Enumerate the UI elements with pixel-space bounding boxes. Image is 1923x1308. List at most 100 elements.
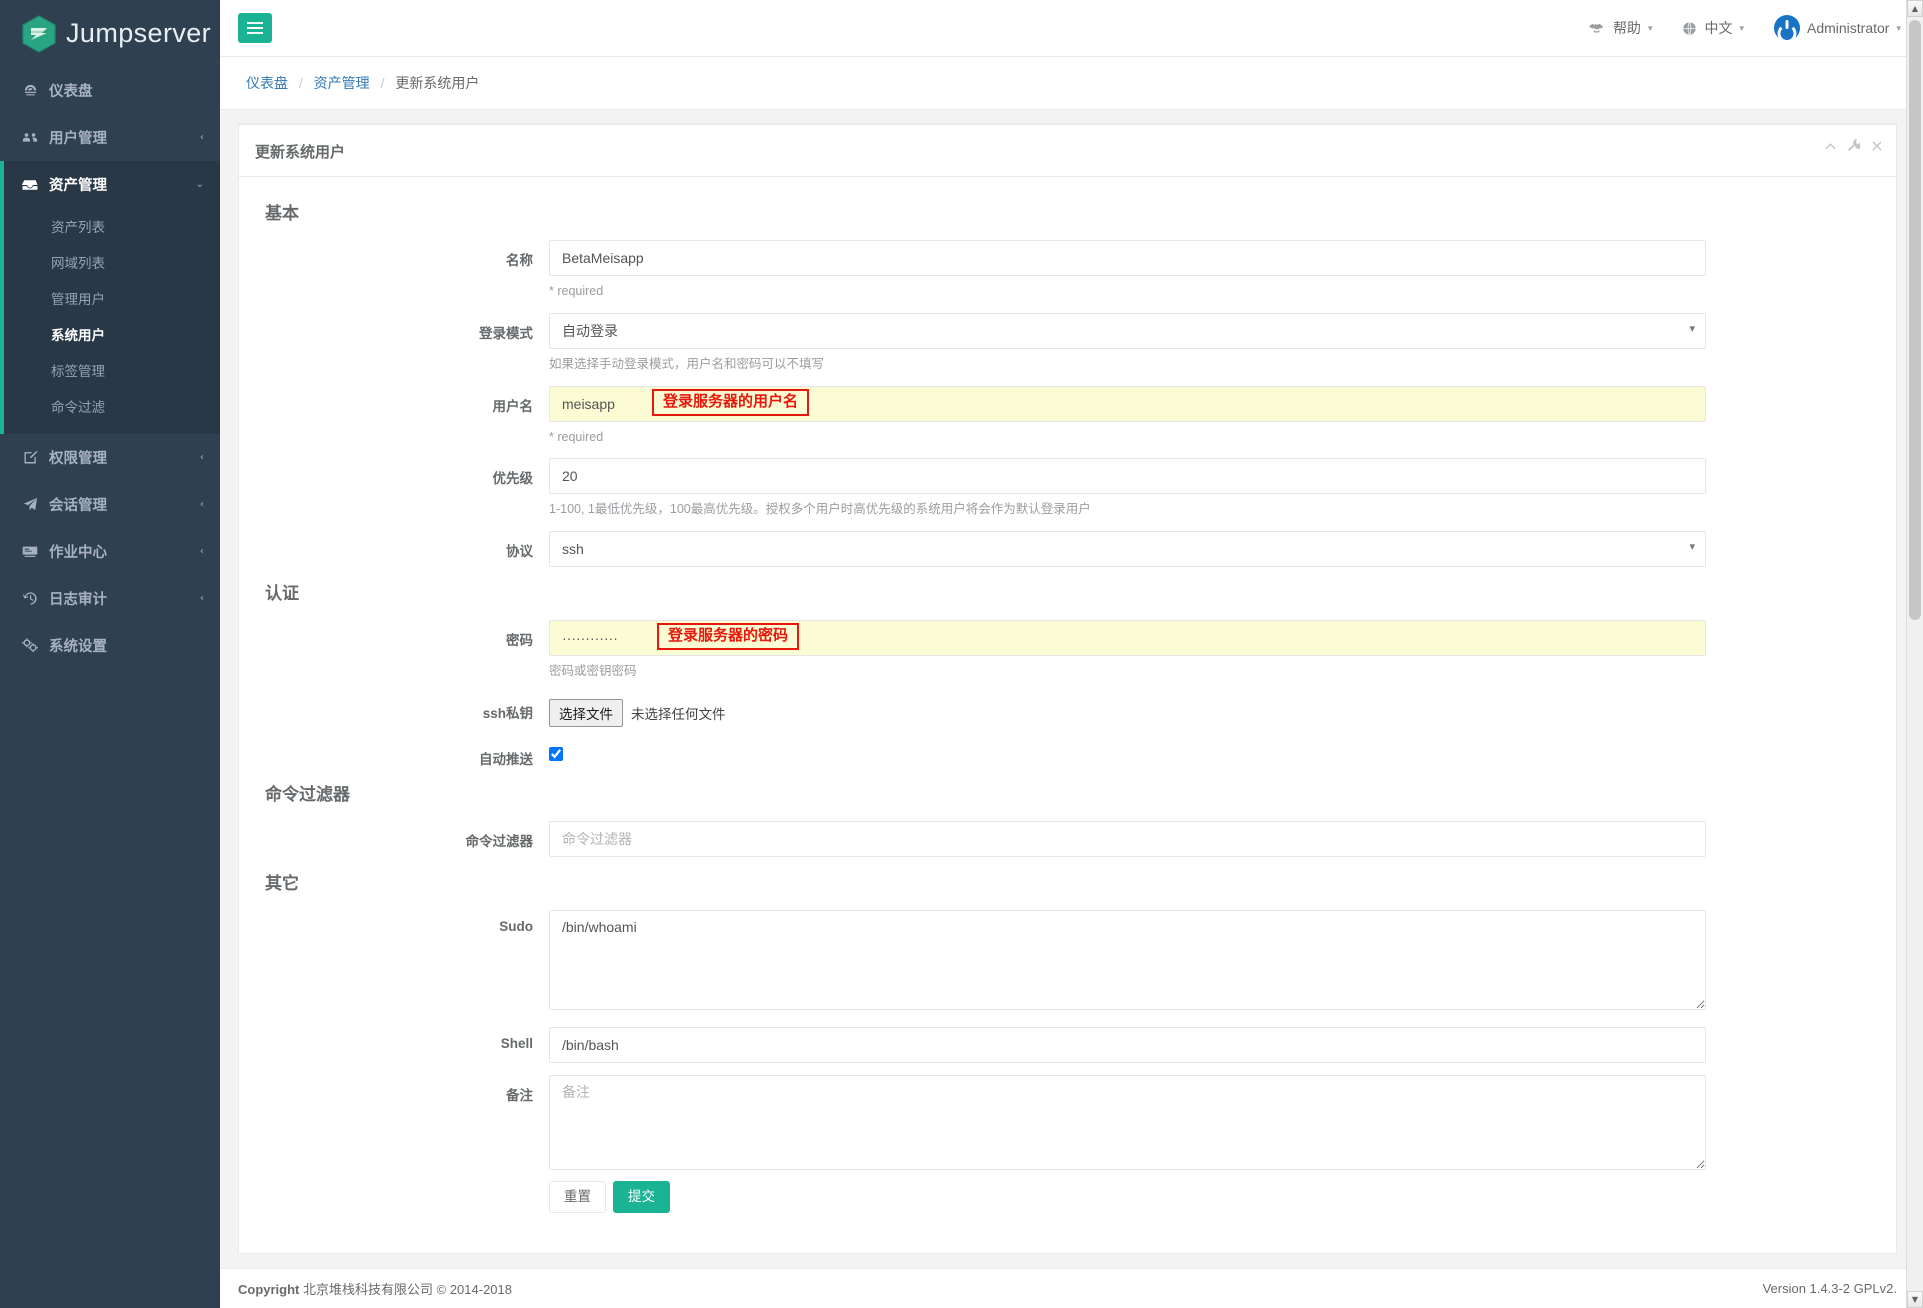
sidebar-item-dashboard[interactable]: 仪表盘 bbox=[0, 67, 220, 114]
chevron-down-icon: ⌄ bbox=[195, 179, 204, 190]
panel-header: 更新系统用户 bbox=[239, 125, 1896, 177]
sidebar-item-asset-management[interactable]: 资产管理 ⌄ 资产列表 网域列表 管理用户 系统用户 标签管理 命令过滤 bbox=[0, 161, 220, 434]
field-row-auto-push: 自动推送 bbox=[239, 739, 1896, 768]
sidebar-subitem-label[interactable]: 系统用户 bbox=[0, 316, 220, 352]
sidebar-item-log-audit[interactable]: 日志审计 ‹ bbox=[0, 575, 220, 622]
sidebar-item-label: 用户管理 bbox=[49, 131, 107, 147]
auto-push-checkbox[interactable] bbox=[549, 746, 563, 761]
field-row-shell: Shell bbox=[239, 1026, 1896, 1063]
collapse-icon[interactable] bbox=[1825, 139, 1836, 154]
username-help: * required bbox=[549, 429, 604, 444]
sidebar-item-job-center[interactable]: 作业中心 ‹ bbox=[0, 528, 220, 575]
dashboard-icon bbox=[20, 83, 40, 98]
user-menu[interactable]: Administrator ▾ bbox=[1774, 15, 1901, 41]
field-row-priority: 优先级 1-100, 1最低优先级，100最高优先级。授权多个用户时高优先级的系… bbox=[239, 458, 1896, 519]
chevron-left-icon: ‹ bbox=[199, 593, 204, 604]
sidebar-item-asset-list[interactable]: 资产列表 bbox=[0, 208, 220, 244]
field-row-login-mode: 登录模式 自动登录 如果选择手动登录模式，用户名和密码可以不填写 bbox=[239, 312, 1896, 374]
terminal-icon bbox=[20, 545, 40, 558]
sidebar-item-user-management[interactable]: 用户管理 ‹ bbox=[0, 114, 220, 161]
sidebar-item-session-management[interactable]: 会话管理 ‹ bbox=[0, 481, 220, 528]
sidebar-subitem-label[interactable]: 命令过滤 bbox=[0, 388, 220, 424]
shell-input[interactable] bbox=[549, 1026, 1706, 1063]
username-input[interactable] bbox=[549, 385, 1706, 422]
field-row-cmd-filter: 命令过滤器 bbox=[239, 820, 1896, 857]
ssh-key-file-status: 未选择任何文件 bbox=[631, 706, 726, 722]
cmd-filter-label: 命令过滤器 bbox=[465, 833, 534, 849]
users-icon bbox=[20, 130, 40, 145]
sudo-label: Sudo bbox=[499, 918, 533, 934]
breadcrumb-item-current: 更新系统用户 bbox=[395, 75, 480, 91]
version-label: Version 1.4.3-2 GPLv2. bbox=[1762, 1281, 1897, 1296]
breadcrumb-separator: / bbox=[298, 75, 303, 91]
handshake-icon bbox=[1588, 22, 1606, 35]
copyright-body: 北京堆栈科技有限公司 © 2014-2018 bbox=[303, 1282, 512, 1297]
scroll-up-arrow-icon[interactable]: ▲ bbox=[1907, 0, 1923, 17]
close-icon[interactable] bbox=[1872, 139, 1882, 154]
sidebar-item-admin-users[interactable]: 管理用户 bbox=[0, 280, 220, 316]
sidebar-item-label: 系统设置 bbox=[49, 639, 107, 655]
section-title-other: 其它 bbox=[265, 873, 299, 893]
section-title-auth: 认证 bbox=[265, 584, 299, 603]
brand-logo[interactable]: Jumpserver bbox=[0, 0, 220, 67]
content-area: 更新系统用户 基本 名称 BetaMeisapp * required 登录模式… bbox=[220, 110, 1923, 1268]
globe-icon bbox=[1682, 21, 1697, 36]
sidebar-item-label-management[interactable]: 标签管理 bbox=[0, 352, 220, 388]
sidebar-subitem-label[interactable]: 标签管理 bbox=[0, 352, 220, 388]
priority-input[interactable] bbox=[549, 458, 1706, 495]
name-help: * required bbox=[549, 284, 604, 298]
sudo-textarea[interactable]: /bin/whoami bbox=[549, 909, 1706, 1010]
chevron-down-icon: ▾ bbox=[1739, 22, 1744, 33]
field-row-password: 密码 登录服务器的密码 密码或密钥密码 bbox=[239, 620, 1896, 681]
page-title: 更新系统用户 bbox=[255, 144, 346, 161]
sidebar-item-system-settings[interactable]: 系统设置 bbox=[0, 622, 220, 669]
scrollbar-thumb[interactable] bbox=[1909, 20, 1921, 620]
vertical-scrollbar[interactable]: ▲ ▼ bbox=[1906, 0, 1923, 1308]
field-row-username: 用户名 登录服务器的用户名 * required bbox=[239, 385, 1896, 447]
paper-plane-icon bbox=[20, 497, 40, 512]
ssh-key-choose-file-button[interactable]: 选择文件 bbox=[549, 698, 623, 727]
breadcrumb-item-assets[interactable]: 资产管理 bbox=[314, 75, 370, 91]
sidebar-item-system-users[interactable]: 系统用户 bbox=[0, 316, 220, 352]
sidebar-item-label: 仪表盘 bbox=[49, 84, 93, 100]
copyright-prefix: Copyright bbox=[238, 1282, 300, 1297]
password-input[interactable] bbox=[549, 620, 1706, 656]
sidebar-subitem-label[interactable]: 管理用户 bbox=[0, 280, 220, 316]
breadcrumb-item-dashboard[interactable]: 仪表盘 bbox=[246, 75, 288, 91]
sidebar-toggle-button[interactable] bbox=[238, 13, 272, 43]
field-row-protocol: 协议 ssh bbox=[239, 531, 1896, 567]
sidebar-item-domain-list[interactable]: 网域列表 bbox=[0, 244, 220, 280]
sidebar-subnav-assets: 资产列表 网域列表 管理用户 系统用户 标签管理 命令过滤 bbox=[0, 208, 220, 434]
top-navbar-right: 帮助 ▾ 中文 ▾ Administrator ▾ bbox=[1588, 15, 1901, 41]
breadcrumb: 仪表盘 / 资产管理 / 更新系统用户 bbox=[220, 57, 1923, 110]
login-mode-select[interactable]: 自动登录 bbox=[549, 312, 1706, 349]
help-menu[interactable]: 帮助 ▾ bbox=[1588, 18, 1652, 38]
update-system-user-panel: 更新系统用户 基本 名称 BetaMeisapp * required 登录模式… bbox=[238, 123, 1897, 1254]
field-row-comment: 备注 重置 提交 bbox=[239, 1074, 1896, 1213]
reset-button[interactable]: 重置 bbox=[549, 1180, 606, 1213]
wrench-icon[interactable] bbox=[1848, 139, 1862, 154]
password-help: 密码或密钥密码 bbox=[549, 664, 637, 678]
hamburger-icon-bar bbox=[247, 22, 263, 24]
auto-push-label: 自动推送 bbox=[479, 751, 533, 767]
scroll-down-arrow-icon[interactable]: ▼ bbox=[1907, 1291, 1923, 1308]
language-menu[interactable]: 中文 ▾ bbox=[1682, 18, 1744, 38]
panel-body: 基本 名称 * required 登录模式 自 bbox=[239, 177, 1896, 1253]
sidebar-item-command-filter[interactable]: 命令过滤 bbox=[0, 388, 220, 424]
sidebar-item-label: 作业中心 bbox=[49, 545, 107, 561]
name-input[interactable] bbox=[549, 240, 1706, 276]
comment-textarea[interactable] bbox=[549, 1074, 1706, 1170]
sidebar-item-permission-management[interactable]: 权限管理 ‹ bbox=[0, 434, 220, 481]
gear-icon bbox=[20, 638, 40, 653]
cmd-filter-input[interactable] bbox=[549, 820, 1706, 857]
chevron-left-icon: ‹ bbox=[199, 546, 204, 557]
sidebar-subitem-label[interactable]: 网域列表 bbox=[0, 244, 220, 280]
submit-button[interactable]: 提交 bbox=[613, 1180, 670, 1213]
chevron-left-icon: ‹ bbox=[199, 452, 204, 463]
top-navbar: 帮助 ▾ 中文 ▾ Administrator ▾ bbox=[220, 0, 1923, 57]
protocol-select[interactable]: ssh bbox=[549, 531, 1706, 567]
sidebar-subitem-label[interactable]: 资产列表 bbox=[0, 208, 220, 244]
field-row-ssh-key: ssh私钥 选择文件 未选择任何文件 bbox=[239, 693, 1896, 727]
protocol-label: 协议 bbox=[506, 544, 533, 559]
field-row-name: 名称 * required bbox=[239, 240, 1896, 301]
